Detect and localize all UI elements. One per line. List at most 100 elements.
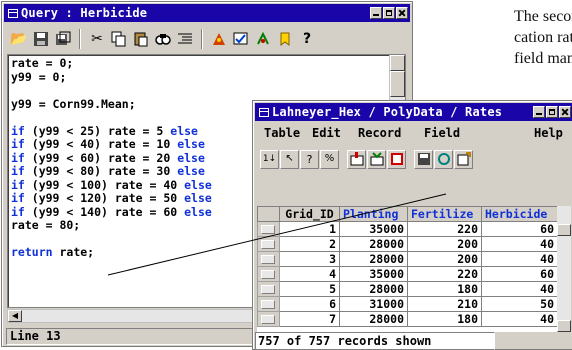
table-cell[interactable]: 7 bbox=[279, 311, 340, 327]
export-icon[interactable] bbox=[454, 149, 473, 169]
table-title-bar[interactable]: Lahneyer_Hex / PolyData / Rates bbox=[255, 103, 572, 121]
table-cell[interactable]: 5 bbox=[279, 281, 340, 297]
query-icon[interactable]: ? bbox=[300, 149, 319, 169]
close-button[interactable] bbox=[559, 106, 571, 118]
cut-icon[interactable]: ✂ bbox=[87, 29, 107, 49]
paste-icon[interactable] bbox=[131, 29, 151, 49]
scroll-down-arrow[interactable] bbox=[557, 320, 571, 332]
table-cell[interactable]: 40 bbox=[481, 236, 558, 252]
table-toolbar: 1↓ ↖ ? % bbox=[256, 146, 572, 172]
table-row[interactable]: 2 28000 200 40 bbox=[257, 236, 558, 252]
graph-icon[interactable] bbox=[387, 149, 406, 169]
table-cell[interactable]: 40 bbox=[481, 311, 558, 327]
table-cell[interactable]: 4 bbox=[279, 266, 340, 282]
menu-table[interactable]: Table bbox=[256, 123, 304, 143]
menu-record[interactable]: Record bbox=[350, 123, 416, 143]
column-header-herbicide[interactable]: Herbicide bbox=[481, 206, 558, 222]
table-cell[interactable]: 2 bbox=[279, 236, 340, 252]
code-line: if (y99 < 25) rate = 5 else bbox=[11, 123, 198, 138]
column-header-fertilize[interactable]: Fertilize bbox=[407, 206, 482, 222]
join-icon[interactable] bbox=[367, 149, 386, 169]
minimize-button[interactable] bbox=[370, 7, 382, 19]
minimize-button[interactable] bbox=[533, 106, 545, 118]
row-selector[interactable] bbox=[257, 296, 280, 312]
save-icon[interactable] bbox=[414, 149, 433, 169]
run-icon[interactable] bbox=[209, 29, 229, 49]
find-icon[interactable] bbox=[153, 29, 173, 49]
table-vertical-scrollbar[interactable] bbox=[557, 206, 571, 332]
table-cell[interactable]: 40 bbox=[481, 251, 558, 267]
row-selector[interactable] bbox=[257, 281, 280, 297]
copy-icon[interactable] bbox=[109, 29, 129, 49]
query-title-bar[interactable]: Query : Herbicide bbox=[4, 4, 410, 22]
row-selector[interactable] bbox=[257, 221, 280, 237]
save-as-icon[interactable] bbox=[53, 29, 73, 49]
scroll-left-arrow[interactable]: ◀ bbox=[8, 310, 22, 322]
window-menu-icon[interactable] bbox=[8, 8, 18, 18]
row-selector[interactable] bbox=[257, 266, 280, 282]
column-header-planting[interactable]: Planting bbox=[339, 206, 408, 222]
table-row[interactable]: 5 28000 180 40 bbox=[257, 281, 558, 297]
table-cell[interactable]: 28000 bbox=[339, 311, 408, 327]
check-icon[interactable] bbox=[231, 29, 251, 49]
select-icon[interactable]: ↖ bbox=[280, 149, 299, 169]
corner-header[interactable] bbox=[257, 206, 280, 222]
table-cell[interactable]: 200 bbox=[407, 236, 482, 252]
sort-icon[interactable]: 1↓ bbox=[260, 149, 279, 169]
table-cell[interactable]: 210 bbox=[407, 296, 482, 312]
table-row[interactable]: 6 31000 210 50 bbox=[257, 296, 558, 312]
table-cell[interactable]: 60 bbox=[481, 266, 558, 282]
save-icon[interactable] bbox=[31, 29, 51, 49]
table-cell[interactable]: 35000 bbox=[339, 221, 408, 237]
row-selector[interactable] bbox=[257, 251, 280, 267]
menu-field[interactable]: Field bbox=[416, 123, 526, 143]
row-selector[interactable] bbox=[257, 311, 280, 327]
indent-icon[interactable] bbox=[175, 29, 195, 49]
scroll-thumb[interactable] bbox=[390, 71, 405, 97]
row-selector[interactable] bbox=[257, 236, 280, 252]
add-field-icon[interactable] bbox=[347, 149, 366, 169]
code-line: if (y99 < 40) rate = 10 else bbox=[11, 137, 205, 151]
code-line: rate = 0; bbox=[11, 56, 74, 70]
table-cell[interactable]: 180 bbox=[407, 281, 482, 297]
help-icon[interactable]: ? bbox=[297, 29, 317, 49]
table-cell[interactable]: 200 bbox=[407, 251, 482, 267]
table-status-bar: 757 of 757 records shown bbox=[255, 332, 495, 350]
menu-edit[interactable]: Edit bbox=[304, 123, 350, 143]
open-folder-icon[interactable]: 📂 bbox=[9, 29, 29, 49]
table-cell[interactable]: 180 bbox=[407, 311, 482, 327]
table-cell[interactable]: 60 bbox=[481, 221, 558, 237]
stop-icon[interactable] bbox=[275, 29, 295, 49]
code-line: rate = 80; bbox=[11, 218, 81, 232]
doc-line: cation rate bbox=[514, 29, 572, 46]
table-cell[interactable]: 1 bbox=[279, 221, 340, 237]
table-row[interactable]: 1 35000 220 60 bbox=[257, 221, 558, 237]
percent-icon[interactable]: % bbox=[320, 149, 339, 169]
window-menu-icon[interactable] bbox=[259, 107, 269, 117]
insert-icon[interactable] bbox=[253, 29, 273, 49]
table-cell[interactable]: 50 bbox=[481, 296, 558, 312]
maximize-button[interactable] bbox=[546, 106, 558, 118]
table-cell[interactable]: 28000 bbox=[339, 236, 408, 252]
menu-help[interactable]: Help bbox=[526, 123, 566, 143]
scroll-up-arrow[interactable] bbox=[557, 224, 571, 236]
relate-icon[interactable] bbox=[434, 149, 453, 169]
table-cell[interactable]: 220 bbox=[407, 266, 482, 282]
table-cell[interactable]: 6 bbox=[279, 296, 340, 312]
column-header-grid-id[interactable]: Grid_ID bbox=[279, 206, 340, 222]
table-cell[interactable]: 28000 bbox=[339, 251, 408, 267]
maximize-button[interactable] bbox=[383, 7, 395, 19]
table-cell[interactable]: 220 bbox=[407, 221, 482, 237]
table-cell[interactable]: 31000 bbox=[339, 296, 408, 312]
table-cell[interactable]: 40 bbox=[481, 281, 558, 297]
table-cell[interactable]: 3 bbox=[279, 251, 340, 267]
table-row[interactable]: 4 35000 220 60 bbox=[257, 266, 558, 282]
table-cell[interactable]: 28000 bbox=[339, 281, 408, 297]
table-row[interactable]: 7 28000 180 40 bbox=[257, 311, 558, 327]
close-button[interactable] bbox=[396, 7, 408, 19]
code-text[interactable]: rate = 0; y99 = 0; y99 = Corn99.Mean; if (y… bbox=[11, 56, 212, 260]
table-row[interactable]: 3 28000 200 40 bbox=[257, 251, 558, 267]
scroll-up-arrow[interactable] bbox=[390, 55, 405, 71]
table-cell[interactable]: 35000 bbox=[339, 266, 408, 282]
